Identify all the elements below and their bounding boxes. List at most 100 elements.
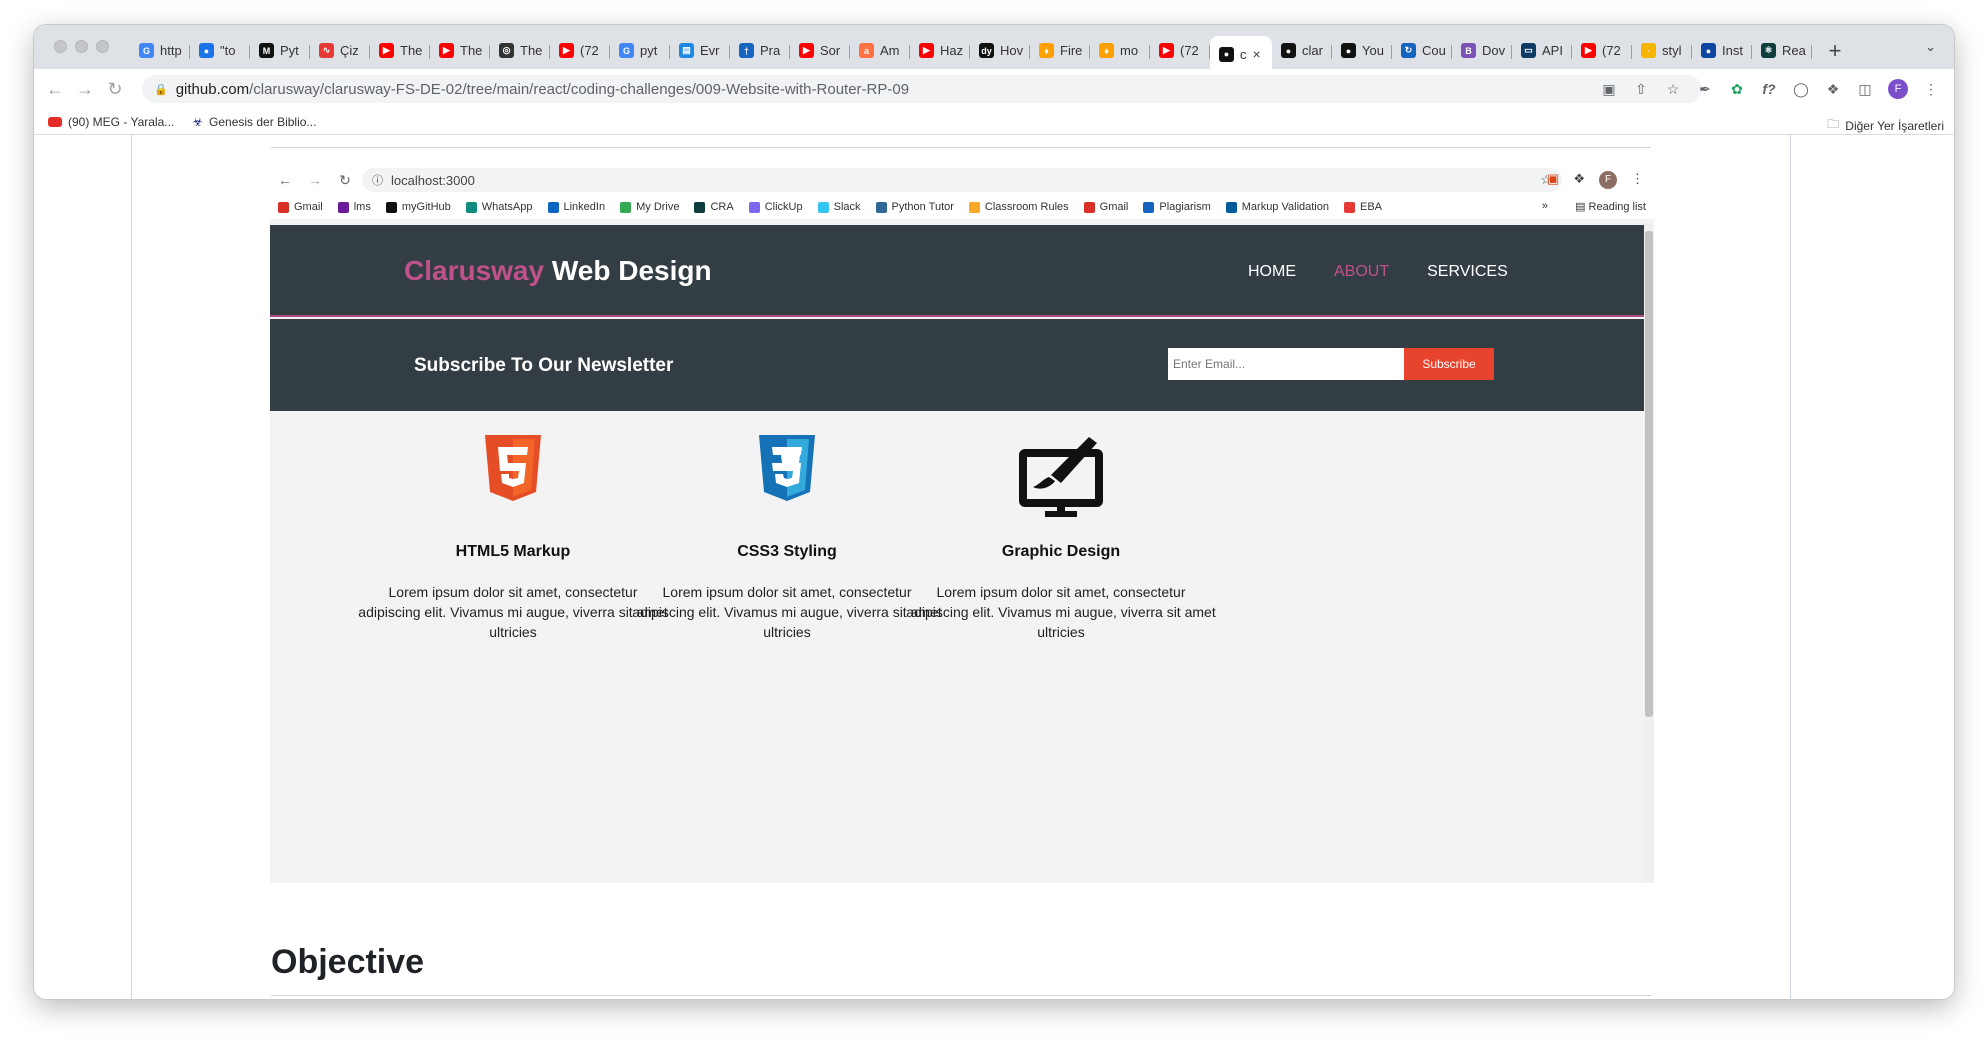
eyedropper-icon[interactable]: ✒ bbox=[1696, 81, 1714, 98]
reload-icon[interactable]: ↻ bbox=[100, 79, 130, 100]
browser-tab[interactable]: ▶ Sor bbox=[790, 36, 850, 66]
tab-title: Çiz bbox=[340, 43, 359, 58]
browser-toolbar: ← → ↻ 🔒 github.com /clarusway/clarusway-… bbox=[34, 69, 1954, 109]
browser-tab[interactable]: B Dov bbox=[1452, 36, 1512, 66]
bookmark-label: lms bbox=[353, 201, 371, 213]
bookmark-item[interactable]: ☣ Genesis der Biblio... bbox=[192, 115, 316, 129]
browser-tab[interactable]: · styl bbox=[1632, 36, 1692, 66]
tab-title: "to bbox=[220, 43, 236, 58]
chat-icon: ● bbox=[199, 43, 214, 58]
logo-accent: Clarusway bbox=[404, 255, 545, 286]
tab-title: Rea bbox=[1782, 43, 1806, 58]
email-field bbox=[1168, 348, 1404, 380]
bookmark-label: Markup Validation bbox=[1241, 201, 1329, 213]
amazon-icon: a bbox=[859, 43, 874, 58]
browser-tab[interactable]: M Pyt bbox=[250, 36, 310, 66]
other-bookmarks[interactable]: 🗀 Diğer Yer İşaretleri bbox=[1827, 115, 1944, 136]
minimize-window-button[interactable] bbox=[75, 40, 88, 53]
bookmark-item[interactable]: (90) MEG - Yarala... bbox=[48, 115, 174, 129]
card-title: CSS3 Styling bbox=[737, 543, 837, 560]
browser-tab[interactable]: ● Inst bbox=[1692, 36, 1752, 66]
youtube-icon bbox=[48, 116, 62, 127]
browser-tab[interactable]: ↻ Cou bbox=[1392, 36, 1452, 66]
new-tab-button[interactable]: + bbox=[1818, 38, 1852, 64]
browser-tab[interactable]: ▶ (72 bbox=[550, 36, 610, 66]
tab-title: Pra bbox=[760, 43, 781, 58]
bookmark-icon bbox=[1083, 201, 1095, 213]
nav-about: ABOUT bbox=[1334, 263, 1390, 280]
star-icon[interactable]: ☆ bbox=[1664, 81, 1682, 98]
browser-tab[interactable]: ◎ The bbox=[490, 36, 550, 66]
kebab-menu-icon[interactable]: ⋮ bbox=[1922, 81, 1940, 98]
share-icon[interactable]: ⇧ bbox=[1632, 81, 1650, 98]
browser-tab[interactable]: ● "to bbox=[190, 36, 250, 66]
api-icon: ▭ bbox=[1521, 43, 1536, 58]
reading-list-label: Reading list bbox=[1588, 201, 1646, 213]
browser-tab[interactable]: ♦ mo bbox=[1090, 36, 1150, 66]
extension-icon: ▣ bbox=[1547, 171, 1560, 186]
bookmark-icon bbox=[875, 201, 887, 213]
browser-tab[interactable]: ▶ The bbox=[430, 36, 490, 66]
sidepanel-icon[interactable]: ◫ bbox=[1856, 81, 1874, 98]
bookmark-label: (90) MEG - Yarala... bbox=[68, 114, 175, 129]
browser-tab[interactable]: ▤ Evr bbox=[670, 36, 730, 66]
inner-bookmark-item: WhatsApp bbox=[465, 201, 533, 213]
pin-icon: † bbox=[739, 43, 754, 58]
tab-title: c bbox=[1240, 46, 1247, 62]
browser-tab[interactable]: ▶ (72 bbox=[1150, 36, 1210, 66]
github-icon: ● bbox=[1341, 43, 1356, 58]
browser-tab[interactable]: ∿ Çiz bbox=[310, 36, 370, 66]
forward-icon[interactable]: → bbox=[70, 79, 100, 100]
chevron-down-icon[interactable]: ⌄ bbox=[1925, 39, 1936, 55]
back-icon[interactable]: ← bbox=[40, 79, 70, 100]
style-icon: · bbox=[1641, 43, 1656, 58]
browser-tab[interactable]: ♦ Fire bbox=[1030, 36, 1090, 66]
browser-tab[interactable]: ● You bbox=[1332, 36, 1392, 66]
browser-tab[interactable]: ▶ (72 bbox=[1572, 36, 1632, 66]
inner-bookmark-item: CRA bbox=[694, 201, 734, 213]
browser-tab[interactable]: a Am bbox=[850, 36, 910, 66]
browser-tab[interactable]: Gpyt bbox=[610, 36, 670, 66]
service-card-html5: HTML5 Markup Lorem ipsum dolor sit amet,… bbox=[358, 435, 668, 642]
bookmark-label: Plagiarism bbox=[1159, 201, 1211, 213]
github-page: ← → ↻ ⓘ localhost:3000 ☆ ▣ ❖ F ⋮ Gmail lm… bbox=[34, 135, 1954, 999]
translate-icon[interactable]: ▣ bbox=[1600, 81, 1618, 98]
close-tab-icon[interactable]: × bbox=[1253, 46, 1261, 62]
dev-icon: dy bbox=[979, 43, 994, 58]
browser-tab[interactable]: ▭ API bbox=[1512, 36, 1572, 66]
bookmark-icon bbox=[620, 201, 632, 213]
tab-title: styl bbox=[1662, 43, 1682, 58]
nav-services: SERVICES bbox=[1427, 263, 1508, 280]
address-bar[interactable]: 🔒 github.com /clarusway/clarusway-FS-DE-… bbox=[142, 75, 1702, 103]
monitor-brush-icon bbox=[906, 435, 1216, 519]
browser-tab[interactable]: ● clar bbox=[1272, 36, 1332, 66]
puzzle-icon[interactable]: ❖ bbox=[1824, 81, 1842, 98]
close-window-button[interactable] bbox=[54, 40, 67, 53]
accessibility-icon[interactable]: ◯ bbox=[1792, 81, 1810, 98]
extension-feather-icon[interactable]: ✿ bbox=[1728, 81, 1746, 98]
youtube-icon: ▶ bbox=[1581, 43, 1596, 58]
youtube-icon: ▶ bbox=[919, 43, 934, 58]
github-icon: ● bbox=[1219, 46, 1234, 62]
browser-tab[interactable]: † Pra bbox=[730, 36, 790, 66]
browser-tab[interactable]: ⚛ Rea bbox=[1752, 36, 1812, 66]
bookmark-icon bbox=[465, 201, 477, 213]
tab-title: The bbox=[460, 43, 483, 58]
browser-tab[interactable]: ▶ Haz bbox=[910, 36, 970, 66]
bookmark-icon bbox=[547, 201, 559, 213]
inner-bookmarks-bar: Gmail lms myGitHub WhatsApp LinkedIn My Drive… bbox=[270, 195, 1654, 219]
maximize-window-button[interactable] bbox=[96, 40, 109, 53]
inner-bookmark-item: myGitHub bbox=[385, 201, 451, 213]
browser-tab[interactable]: ▶ The bbox=[370, 36, 430, 66]
subscribe-button: Subscribe bbox=[1404, 348, 1494, 380]
function-icon[interactable]: f? bbox=[1760, 81, 1778, 97]
calendar-icon: ▤ bbox=[679, 43, 694, 58]
browser-tab[interactable]: dy Hov bbox=[970, 36, 1030, 66]
tab-title: pyt bbox=[640, 43, 658, 58]
firebase-icon: ♦ bbox=[1099, 43, 1114, 58]
browser-tab[interactable]: ● c × bbox=[1210, 35, 1272, 73]
url-host: github.com bbox=[175, 80, 250, 98]
avatar[interactable]: F bbox=[1888, 79, 1908, 99]
browser-tab[interactable]: Ghttp bbox=[130, 36, 190, 66]
tab-title: Haz bbox=[940, 43, 964, 58]
